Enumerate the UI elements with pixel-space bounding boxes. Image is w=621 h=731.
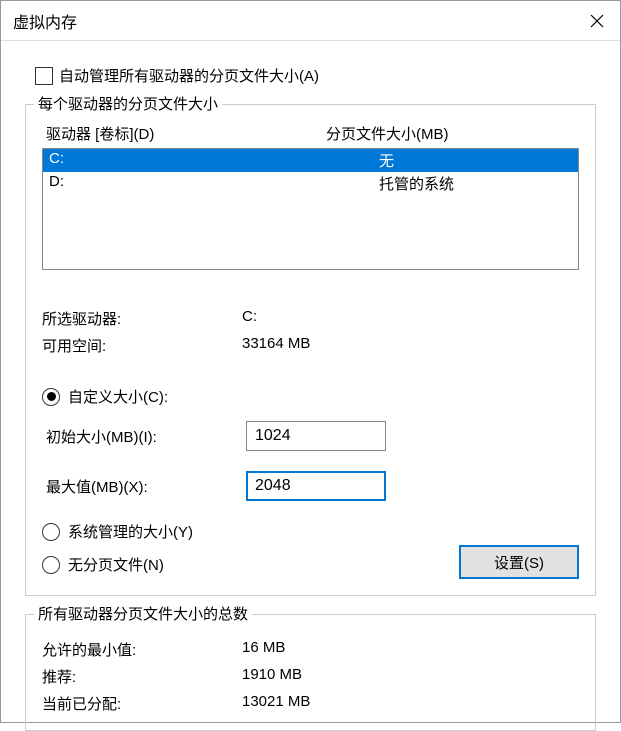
size-inputs-grid: 初始大小(MB)(I): 最大值(MB)(X): (46, 421, 579, 501)
close-button[interactable] (574, 1, 620, 41)
available-space-label: 可用空间: (42, 335, 242, 356)
auto-manage-checkbox[interactable] (35, 67, 53, 85)
close-icon (590, 14, 604, 28)
list-drive-cell: D: (49, 173, 379, 194)
max-size-input[interactable] (246, 471, 386, 501)
selected-drive-value: C: (242, 308, 579, 329)
auto-manage-row[interactable]: 自动管理所有驱动器的分页文件大小(A) (35, 65, 596, 86)
content-area: 自动管理所有驱动器的分页文件大小(A) 每个驱动器的分页文件大小 驱动器 [卷标… (1, 41, 620, 731)
col-header-drive: 驱动器 [卷标](D) (46, 123, 326, 144)
custom-size-radio[interactable] (42, 388, 60, 406)
list-item[interactable]: D: 托管的系统 (43, 172, 578, 195)
window-title: 虚拟内存 (13, 9, 77, 33)
set-button[interactable]: 设置(S) (459, 545, 579, 579)
drive-listbox[interactable]: C: 无 D: 托管的系统 (42, 148, 579, 270)
column-headers: 驱动器 [卷标](D) 分页文件大小(MB) (42, 123, 579, 144)
auto-manage-label: 自动管理所有驱动器的分页文件大小(A) (59, 65, 319, 86)
drives-groupbox: 每个驱动器的分页文件大小 驱动器 [卷标](D) 分页文件大小(MB) C: 无… (25, 104, 596, 596)
list-drive-cell: C: (49, 150, 379, 171)
no-paging-radio[interactable] (42, 556, 60, 574)
current-allocated-label: 当前已分配: (42, 693, 242, 714)
min-allowed-value: 16 MB (242, 639, 579, 660)
system-managed-label: 系统管理的大小(Y) (68, 521, 193, 542)
list-size-cell: 无 (379, 150, 572, 171)
no-paging-label: 无分页文件(N) (68, 554, 164, 575)
list-item[interactable]: C: 无 (43, 149, 578, 172)
totals-groupbox: 所有驱动器分页文件大小的总数 允许的最小值: 16 MB 推荐: 1910 MB… (25, 614, 596, 731)
system-managed-radio[interactable] (42, 523, 60, 541)
current-allocated-value: 13021 MB (242, 693, 579, 714)
titlebar: 虚拟内存 (1, 1, 620, 41)
max-size-label: 最大值(MB)(X): (46, 476, 246, 497)
initial-size-label: 初始大小(MB)(I): (46, 426, 246, 447)
drives-legend: 每个驱动器的分页文件大小 (34, 93, 222, 114)
recommended-label: 推荐: (42, 666, 242, 687)
recommended-value: 1910 MB (242, 666, 579, 687)
totals-grid: 允许的最小值: 16 MB 推荐: 1910 MB 当前已分配: 13021 M… (42, 639, 579, 714)
available-space-value: 33164 MB (242, 335, 579, 356)
initial-size-input[interactable] (246, 421, 386, 451)
drive-info-grid: 所选驱动器: C: 可用空间: 33164 MB (42, 308, 579, 356)
min-allowed-label: 允许的最小值: (42, 639, 242, 660)
custom-size-radio-row[interactable]: 自定义大小(C): (42, 386, 579, 407)
col-header-size: 分页文件大小(MB) (326, 123, 575, 144)
custom-size-label: 自定义大小(C): (68, 386, 168, 407)
system-managed-radio-row[interactable]: 系统管理的大小(Y) (42, 521, 579, 542)
list-size-cell: 托管的系统 (379, 173, 572, 194)
selected-drive-label: 所选驱动器: (42, 308, 242, 329)
totals-legend: 所有驱动器分页文件大小的总数 (34, 603, 252, 624)
